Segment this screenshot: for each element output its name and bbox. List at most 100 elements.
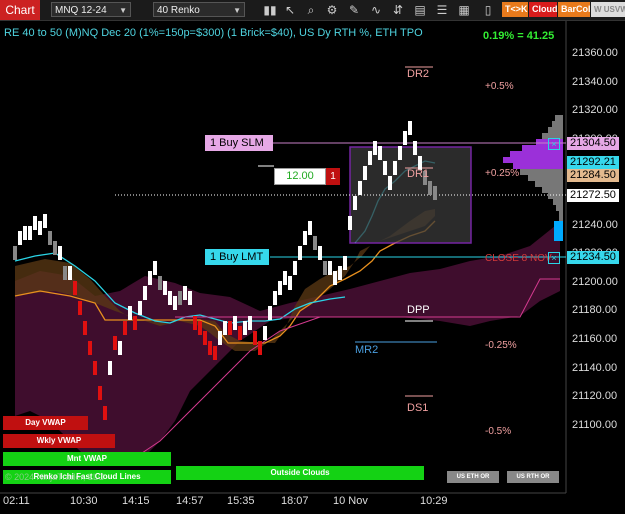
renko-brick xyxy=(403,131,407,145)
order-quantity-field[interactable]: 12.00 xyxy=(274,168,326,185)
renko-brick xyxy=(328,261,332,275)
y-axis-label: 21120.00 xyxy=(572,390,618,403)
cursor-icon[interactable]: ↖ xyxy=(282,2,298,18)
y-axis-label: 21360.00 xyxy=(572,47,618,59)
tk-toggle-button[interactable]: T<>K xyxy=(502,2,528,17)
indicator-icon[interactable]: ∿ xyxy=(368,2,384,18)
renko-brick xyxy=(243,321,247,335)
cancel-order-icon[interactable]: × xyxy=(548,252,560,264)
renko-brick xyxy=(23,226,27,240)
renko-brick xyxy=(318,246,322,260)
renko-brick xyxy=(138,301,142,315)
renko-brick xyxy=(53,241,57,255)
cancel-order-icon[interactable]: × xyxy=(548,138,560,150)
cloud-toggle-button[interactable]: Cloud xyxy=(529,2,558,17)
renko-brick xyxy=(363,166,367,180)
renko-brick xyxy=(203,331,207,345)
renko-brick xyxy=(158,276,162,290)
renko-brick xyxy=(183,286,187,300)
renko-brick xyxy=(148,271,152,285)
position-count-badge: 1 xyxy=(326,168,340,185)
outside-clouds-button[interactable]: Outside Clouds xyxy=(176,466,424,480)
renko-brick xyxy=(133,316,137,330)
y-axis-label: 21240.00 xyxy=(572,218,618,231)
zoom-icon[interactable]: ⌕ xyxy=(303,2,319,18)
renko-brick xyxy=(338,266,342,280)
bar-type-selector[interactable]: 40 Renko ▼ xyxy=(153,2,245,17)
renko-brick xyxy=(288,276,292,290)
renko-brick xyxy=(293,261,297,275)
renko-brick xyxy=(208,341,212,355)
renko-brick xyxy=(68,266,72,280)
strategy-icon[interactable]: ⇵ xyxy=(390,2,406,18)
renko-brick xyxy=(213,346,217,360)
wkly-vwap-button[interactable]: Wkly VWAP xyxy=(3,434,115,448)
price-tag-slm: 21304.50 xyxy=(567,137,619,150)
renko-brick xyxy=(48,231,52,245)
chevron-down-icon: ▼ xyxy=(119,6,127,15)
price-tag-dotted: 21272.50 xyxy=(567,189,619,202)
templates-icon[interactable]: ☰ xyxy=(434,2,450,18)
renko-brick xyxy=(428,181,432,195)
y-axis-label: 21200.00 xyxy=(572,275,618,288)
toolbar: Chart MNQ 12-24 ▼ 40 Renko ▼ ▮▮ ↖ ⌕ ⚙ ✎ … xyxy=(0,0,625,21)
renko-brick xyxy=(333,271,337,285)
y-axis-label: 21340.00 xyxy=(572,75,618,88)
us-rth-or-button[interactable]: US RTH OR xyxy=(507,471,559,483)
save-icon[interactable]: ▦ xyxy=(456,2,472,18)
renko-brick xyxy=(283,271,287,285)
properties-icon[interactable]: ⚙ xyxy=(324,2,340,18)
buy-slm-order[interactable]: 1 Buy SLM xyxy=(205,135,273,151)
renko-brick xyxy=(38,221,42,235)
renko-brick xyxy=(233,316,237,330)
price-tag-lmt: 21234.50 xyxy=(567,251,619,264)
bars-icon[interactable]: ▮▮ xyxy=(262,2,278,18)
buy-lmt-order[interactable]: 1 Buy LMT xyxy=(205,249,269,265)
barcol-toggle-button[interactable]: BarCol xyxy=(558,2,591,17)
bar-type-label: 40 Renko xyxy=(157,5,200,16)
renko-brick xyxy=(173,296,177,310)
renko-brick xyxy=(373,141,377,155)
renko-brick xyxy=(98,386,102,400)
x-axis-label: 14:57 xyxy=(176,495,204,507)
day-vwap-button[interactable]: Day VWAP xyxy=(3,416,88,430)
renko-brick xyxy=(28,226,32,240)
renko-brick xyxy=(258,341,262,355)
renko-brick xyxy=(113,336,117,350)
us-eth-or-button[interactable]: US ETH OR xyxy=(447,471,499,483)
renko-brick xyxy=(223,321,227,335)
vwap-toggle-button[interactable]: W USVWAP xyxy=(591,2,625,17)
window-icon[interactable]: ▯ xyxy=(480,2,496,18)
renko-brick xyxy=(128,306,132,320)
renko-brick xyxy=(378,146,382,160)
renko-brick xyxy=(313,236,317,250)
renko-brick xyxy=(198,321,202,335)
draw-tool-icon[interactable]: ✎ xyxy=(346,2,362,18)
renko-brick xyxy=(413,141,417,155)
chart-trader-icon[interactable]: ▤ xyxy=(412,2,428,18)
level-minus-05: -0.5% xyxy=(485,426,512,437)
chart-window-title: Chart xyxy=(0,0,40,20)
y-axis-label: 21100.00 xyxy=(572,418,618,431)
x-axis-label: 14:15 xyxy=(122,495,150,507)
renko-brick xyxy=(308,221,312,235)
renko-brick xyxy=(153,261,157,275)
price-tag-current: 21292.21 xyxy=(567,156,619,169)
renko-brick xyxy=(383,161,387,175)
level-dr2: DR2 xyxy=(407,68,430,80)
level-plus-05: +0.5% xyxy=(485,81,514,92)
renko-brick xyxy=(143,286,147,300)
renko-brick xyxy=(408,121,412,135)
mnt-vwap-button[interactable]: Mnt VWAP xyxy=(3,452,171,466)
renko-brick xyxy=(368,151,372,165)
x-axis-label: 15:35 xyxy=(227,495,255,507)
y-axis-label: 21320.00 xyxy=(572,104,618,117)
x-axis-label: 10:30 xyxy=(70,495,98,507)
level-dr1: DR1 xyxy=(407,168,430,180)
copyright-text: © 2024 NinjaTrader, LLC xyxy=(5,472,105,482)
instrument-selector[interactable]: MNQ 12-24 ▼ xyxy=(51,2,131,17)
renko-brick xyxy=(358,181,362,195)
renko-brick xyxy=(343,256,347,270)
renko-brick xyxy=(273,291,277,305)
renko-brick xyxy=(78,301,82,315)
